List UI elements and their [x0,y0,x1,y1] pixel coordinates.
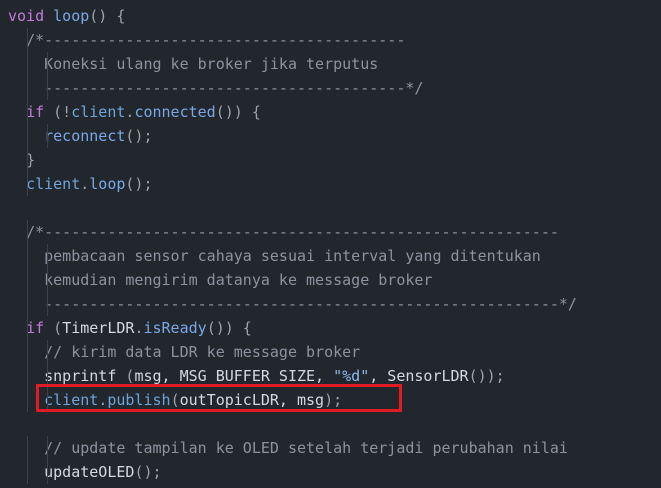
code-token: updateOLED [44,463,135,481]
code-token: ( [116,367,135,385]
code-token: ()) { [215,103,261,121]
code-token: (); [125,175,153,193]
code-token: ( [53,319,63,337]
code-editor[interactable]: void loop() { /*------------------------… [0,0,661,488]
code-token: (! [53,103,72,121]
code-line: // kirim data LDR ke message broker [0,340,661,364]
indent-guide [47,268,48,292]
indent-guide [27,220,28,244]
code-token: , SensorLDR [369,367,469,385]
indent-guide [47,124,48,148]
code-token: loop [53,7,90,25]
code-line: if (!client.connected()) { [0,100,661,124]
code-token: () { [89,7,126,25]
code-line: void loop() { [0,4,661,28]
code-line: ----------------------------------------… [0,76,661,100]
indent-guide [47,76,48,100]
indent-guide [27,316,28,340]
code-token: TimerLDR [62,319,135,337]
indent-guide [27,340,28,364]
code-token: client [26,175,81,193]
indent-guide [47,52,48,76]
indent-guide [27,148,28,172]
indent-guide [27,268,28,292]
code-token: (); [125,127,153,145]
indent-guide [27,172,28,196]
code-token: ()) { [206,319,252,337]
indent-guide [27,388,28,412]
indent-guide [27,364,28,388]
code-token: // kirim data LDR ke message broker [44,343,361,361]
indent-guide [27,76,28,100]
indent-guide [27,292,28,316]
indent-guide [27,52,28,76]
code-token: // update tampilan ke OLED setelah terja… [44,439,568,457]
code-token: ----------------------------------------… [44,79,424,97]
code-token: client [71,103,126,121]
code-token: void [8,7,54,25]
code-line: kemudian mengirim datanya ke message bro… [0,268,661,292]
code-line: client.loop(); [0,172,661,196]
highlight-box [36,384,402,412]
code-token: connected [134,103,216,121]
code-token: ()); [468,367,505,385]
code-token: isReady [143,319,207,337]
code-token: reconnect [44,127,126,145]
code-line: ----------------------------------------… [0,292,661,316]
code-token: msg, MSG_BUFFER_SIZE, [134,367,334,385]
code-line: reconnect(); [0,124,661,148]
indent-guide [27,460,28,484]
code-token: /*--------------------------------------… [26,223,559,241]
indent-guide [47,460,48,484]
code-token: if [26,319,54,337]
code-line: updateOLED(); [0,460,661,484]
code-line: Koneksi ulang ke broker jika terputus [0,52,661,76]
code-token: /*--------------------------------------… [26,31,406,49]
code-line: pembacaan sensor cahaya sesuai interval … [0,244,661,268]
indent-guide [27,244,28,268]
code-token: loop [89,175,126,193]
code-token: snprintf [44,367,117,385]
indent-guide [27,436,28,460]
code-line: // update tampilan ke OLED setelah terja… [0,436,661,460]
code-token: pembacaan sensor cahaya sesuai interval … [44,247,541,265]
code-line: /*--------------------------------------… [0,28,661,52]
code-line: /*--------------------------------------… [0,220,661,244]
code-lines: void loop() { /*------------------------… [0,4,661,484]
code-line: } [0,148,661,172]
code-token: "%d" [333,367,370,385]
indent-guide [27,124,28,148]
code-token: Koneksi ulang ke broker jika terputus [44,55,379,73]
indent-guide [47,292,48,316]
code-token: if [26,103,54,121]
indent-guide [47,244,48,268]
indent-guide [47,436,48,460]
indent-guide [47,340,48,364]
code-token: . [80,175,90,193]
indent-guide [27,100,28,124]
code-token: (); [134,463,162,481]
code-token: kemudian mengirim datanya ke message bro… [44,271,433,289]
indent-guide [27,28,28,52]
code-line: if (TimerLDR.isReady()) { [0,316,661,340]
code-token: ----------------------------------------… [44,295,577,313]
